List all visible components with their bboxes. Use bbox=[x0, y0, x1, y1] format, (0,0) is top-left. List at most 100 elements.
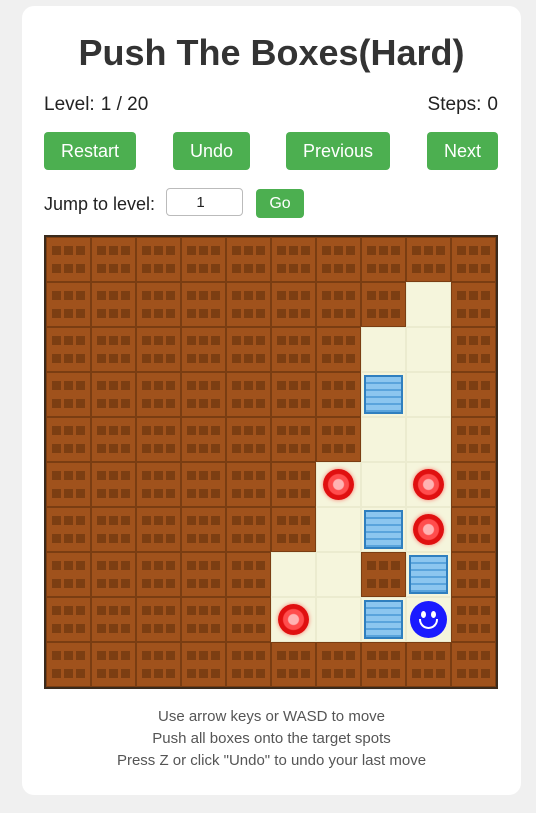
box-icon bbox=[364, 600, 403, 639]
instruction-line-undo: Press Z or click "Undo" to undo your las… bbox=[116, 752, 427, 769]
floor-tile bbox=[361, 417, 406, 462]
floor-tile bbox=[316, 552, 361, 597]
target-icon bbox=[413, 514, 444, 545]
wall-icon bbox=[136, 552, 181, 597]
level-indicator: Level: 1 / 20 bbox=[44, 94, 148, 116]
floor-tile bbox=[271, 597, 316, 642]
wall-icon bbox=[226, 552, 271, 597]
wall-icon bbox=[46, 282, 91, 327]
instruction-line-goal: Push all boxes onto the target spots bbox=[152, 730, 391, 747]
wall-icon bbox=[136, 507, 181, 552]
wall-icon bbox=[226, 417, 271, 462]
wall-icon bbox=[226, 282, 271, 327]
wall-icon bbox=[181, 237, 226, 282]
wall-icon bbox=[451, 237, 496, 282]
game-container: Push The Boxes(Hard) Level: 1 / 20 Steps:… bbox=[22, 6, 521, 795]
target-icon bbox=[323, 469, 354, 500]
floor-tile bbox=[361, 372, 406, 417]
wall-icon bbox=[451, 327, 496, 372]
floor-tile bbox=[406, 507, 451, 552]
wall-icon bbox=[271, 507, 316, 552]
wall-icon bbox=[136, 642, 181, 687]
wall-icon bbox=[136, 372, 181, 417]
wall-icon bbox=[46, 372, 91, 417]
box-icon bbox=[364, 510, 403, 549]
wall-icon bbox=[451, 417, 496, 462]
wall-icon bbox=[46, 417, 91, 462]
wall-icon bbox=[91, 237, 136, 282]
target-icon bbox=[278, 604, 309, 635]
wall-icon bbox=[226, 237, 271, 282]
wall-icon bbox=[181, 642, 226, 687]
steps-counter: Steps: 0 bbox=[428, 94, 498, 116]
wall-icon bbox=[181, 462, 226, 507]
wall-icon bbox=[136, 417, 181, 462]
wall-icon bbox=[406, 237, 451, 282]
wall-icon bbox=[226, 507, 271, 552]
wall-icon bbox=[271, 462, 316, 507]
wall-icon bbox=[91, 552, 136, 597]
floor-tile bbox=[316, 597, 361, 642]
floor-tile bbox=[406, 282, 451, 327]
game-board[interactable] bbox=[44, 235, 498, 689]
steps-label: Steps: bbox=[427, 94, 482, 115]
floor-tile bbox=[361, 597, 406, 642]
wall-icon bbox=[46, 462, 91, 507]
wall-icon bbox=[226, 597, 271, 642]
wall-icon bbox=[181, 417, 226, 462]
floor-tile bbox=[271, 552, 316, 597]
wall-icon bbox=[451, 282, 496, 327]
wall-icon bbox=[91, 417, 136, 462]
wall-icon bbox=[316, 327, 361, 372]
level-current: 1 bbox=[100, 94, 112, 115]
wall-icon bbox=[91, 327, 136, 372]
wall-icon bbox=[91, 642, 136, 687]
wall-icon bbox=[136, 327, 181, 372]
next-level-button[interactable]: Next bbox=[427, 132, 498, 170]
wall-icon bbox=[451, 507, 496, 552]
instruction-line-move: Use arrow keys or WASD to move bbox=[158, 708, 385, 725]
wall-icon bbox=[181, 507, 226, 552]
jump-to-level-label: Jump to level: bbox=[44, 194, 156, 214]
wall-icon bbox=[406, 642, 451, 687]
wall-icon bbox=[451, 642, 496, 687]
wall-icon bbox=[91, 282, 136, 327]
wall-icon bbox=[451, 552, 496, 597]
wall-icon bbox=[181, 552, 226, 597]
wall-icon bbox=[46, 597, 91, 642]
wall-icon bbox=[91, 507, 136, 552]
wall-icon bbox=[271, 417, 316, 462]
wall-icon bbox=[271, 372, 316, 417]
previous-level-button[interactable]: Previous bbox=[286, 132, 390, 170]
wall-icon bbox=[271, 327, 316, 372]
instructions: Use arrow keys or WASD to move Push all … bbox=[22, 706, 521, 772]
floor-tile bbox=[316, 507, 361, 552]
restart-button[interactable]: Restart bbox=[44, 132, 136, 170]
level-number-input[interactable] bbox=[166, 188, 243, 216]
steps-value: 0 bbox=[487, 94, 498, 115]
wall-icon bbox=[271, 642, 316, 687]
go-button[interactable]: Go bbox=[256, 189, 304, 218]
wall-icon bbox=[271, 282, 316, 327]
wall-icon bbox=[316, 417, 361, 462]
wall-icon bbox=[316, 642, 361, 687]
box-icon bbox=[409, 555, 448, 594]
box-icon bbox=[364, 375, 403, 414]
page-title: Push The Boxes(Hard) bbox=[78, 32, 465, 73]
player-smiley-icon bbox=[410, 601, 447, 638]
wall-icon bbox=[226, 462, 271, 507]
wall-icon bbox=[46, 552, 91, 597]
wall-icon bbox=[226, 642, 271, 687]
wall-icon bbox=[46, 507, 91, 552]
wall-icon bbox=[181, 327, 226, 372]
wall-icon bbox=[181, 372, 226, 417]
level-total: 20 bbox=[127, 94, 149, 115]
wall-icon bbox=[46, 327, 91, 372]
wall-icon bbox=[91, 372, 136, 417]
wall-icon bbox=[361, 237, 406, 282]
wall-icon bbox=[226, 372, 271, 417]
wall-icon bbox=[316, 237, 361, 282]
wall-icon bbox=[46, 237, 91, 282]
undo-button[interactable]: Undo bbox=[173, 132, 250, 170]
wall-icon bbox=[91, 597, 136, 642]
